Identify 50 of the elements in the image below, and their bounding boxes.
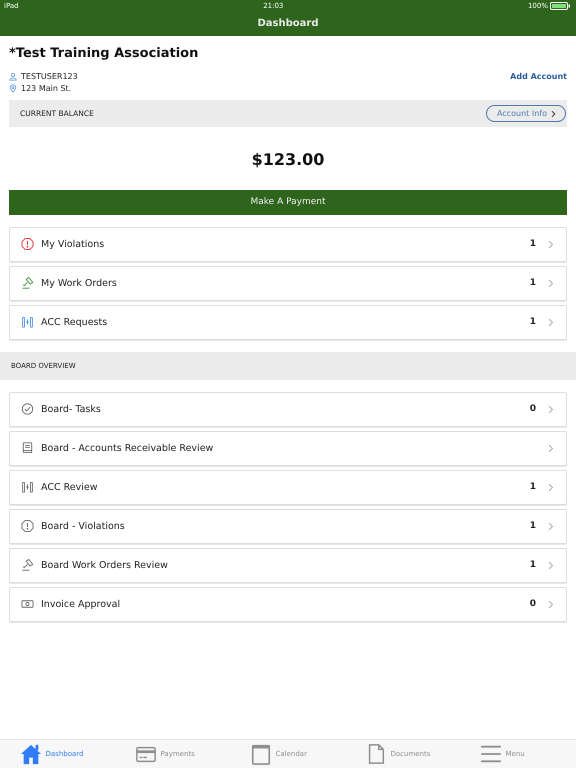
list-item[interactable]: ACC Requests 1 xyxy=(9,304,567,340)
chevron-right-icon xyxy=(551,110,556,118)
list-item[interactable]: ACC Review 1 xyxy=(9,470,567,504)
chevron-right-icon xyxy=(548,444,554,452)
location-pin-icon xyxy=(9,84,17,93)
battery-icon xyxy=(550,2,572,10)
list-item[interactable]: Invoice Approval 0 xyxy=(9,586,567,622)
item-label: ACC Requests xyxy=(41,316,108,328)
item-count: 0 xyxy=(530,404,536,414)
item-label: My Work Orders xyxy=(41,278,118,288)
chevron-right-icon xyxy=(548,560,554,570)
item-label: Board- Tasks xyxy=(41,404,102,414)
item-label: ACC Review xyxy=(41,482,99,492)
chevron-right-icon xyxy=(548,482,554,492)
menu-icon xyxy=(480,743,502,765)
chevron-right-icon xyxy=(548,404,554,414)
list-item[interactable]: Board - Accounts Receivable Review xyxy=(9,430,567,466)
account-info-button[interactable]: Account Info xyxy=(486,105,566,122)
chevron-right-icon xyxy=(548,278,554,288)
association-name: *Test Training Association xyxy=(9,46,200,61)
chevron-right-icon xyxy=(548,240,554,248)
list-item[interactable]: My Work Orders 1 xyxy=(9,266,567,300)
chevron-right-icon xyxy=(548,318,554,326)
home-icon xyxy=(20,743,42,765)
item-count: 1 xyxy=(530,521,536,531)
item-count: 1 xyxy=(530,560,536,570)
item-label: Invoice Approval xyxy=(41,598,122,610)
make-payment-button[interactable]: Make A Payment xyxy=(9,190,567,214)
item-label: Board Work Orders Review xyxy=(41,560,169,570)
item-count: 0 xyxy=(530,599,536,609)
list-item[interactable]: Board Work Orders Review 1 xyxy=(9,548,567,582)
item-label: Board - Accounts Receivable Review xyxy=(41,442,214,454)
calendar-icon xyxy=(250,743,272,765)
item-count: 1 xyxy=(530,239,536,249)
list-item[interactable]: Board- Tasks 0 xyxy=(9,392,567,426)
item-count: 1 xyxy=(530,317,536,327)
username: TESTUSER123 xyxy=(21,72,78,81)
add-account-link[interactable]: Add Account xyxy=(510,72,567,81)
item-count: 1 xyxy=(530,482,536,492)
person-icon xyxy=(9,72,17,81)
item-label: Board - Violations xyxy=(41,520,126,532)
nav-title: Dashboard xyxy=(256,17,320,31)
address: 123 Main St. xyxy=(21,84,72,93)
chevron-right-icon xyxy=(548,522,554,530)
item-count: 1 xyxy=(530,278,536,288)
chevron-right-icon xyxy=(548,600,554,608)
item-label: My Violations xyxy=(41,238,106,250)
list-item[interactable]: Board - Violations 1 xyxy=(9,508,567,544)
list-item[interactable]: My Violations 1 xyxy=(9,226,567,262)
balance-amount: $123.00 xyxy=(250,150,326,169)
